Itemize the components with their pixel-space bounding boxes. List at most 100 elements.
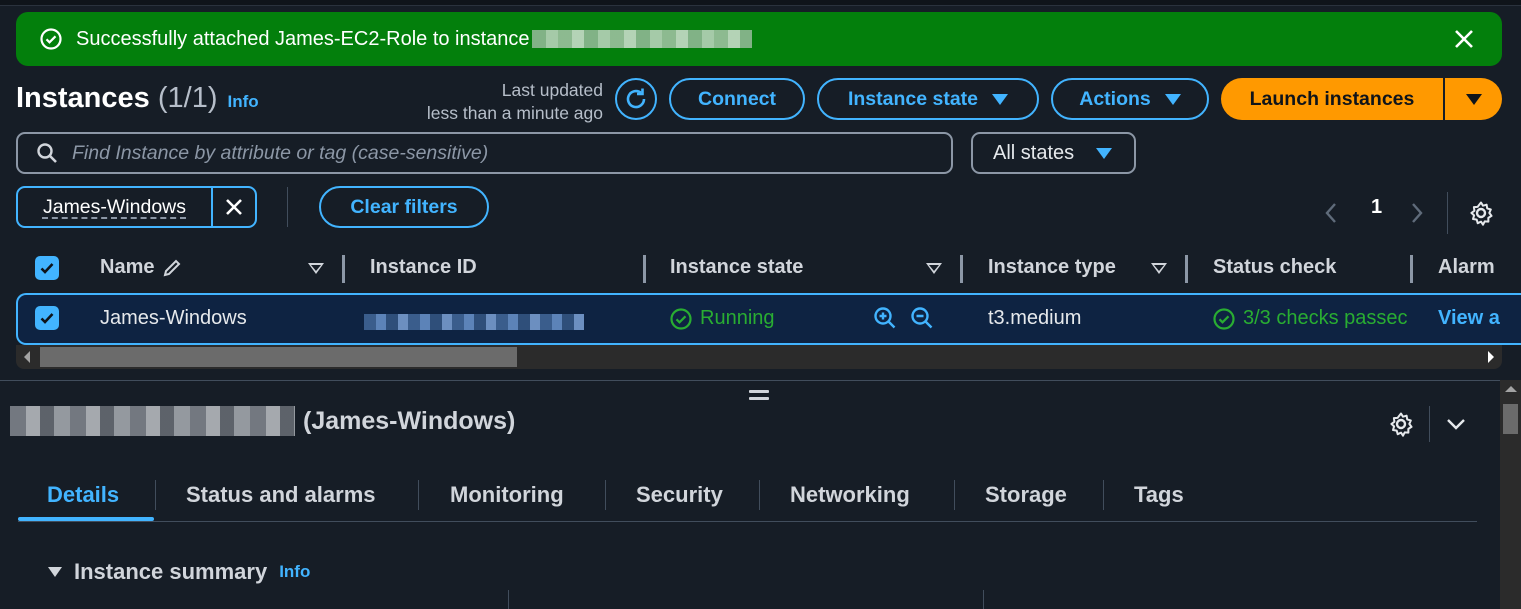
view-alarms-link[interactable]: View a xyxy=(1438,307,1500,330)
column-resizer[interactable] xyxy=(342,255,345,283)
active-tab-indicator xyxy=(18,517,154,521)
column-header-instance-state[interactable]: Instance state xyxy=(670,256,803,279)
row-checkbox[interactable] xyxy=(35,306,59,330)
launch-dropdown-button[interactable] xyxy=(1445,78,1502,120)
scroll-up-arrow[interactable] xyxy=(1505,386,1517,392)
filter-token-label[interactable]: James-Windows xyxy=(18,188,211,226)
actions-label: Actions xyxy=(1079,87,1151,110)
running-label: Running xyxy=(700,307,775,329)
chevron-down-icon[interactable] xyxy=(1445,416,1467,432)
column-header-status-check[interactable]: Status check xyxy=(1213,256,1336,279)
scroll-left-arrow[interactable] xyxy=(24,351,30,363)
column-status-check-label: Status check xyxy=(1213,256,1337,278)
zoom-out-icon[interactable] xyxy=(910,306,934,330)
column-resizer[interactable] xyxy=(960,255,963,283)
select-all-checkbox[interactable] xyxy=(35,256,59,280)
tab-divider xyxy=(605,480,606,510)
tab-details[interactable]: Details xyxy=(47,482,119,508)
column-header-instance-id[interactable]: Instance ID xyxy=(370,256,477,279)
column-resizer[interactable] xyxy=(1185,255,1188,283)
info-link[interactable]: Info xyxy=(279,562,310,582)
info-link[interactable]: Info xyxy=(228,92,259,111)
tab-divider xyxy=(155,480,156,510)
success-check-icon xyxy=(40,28,62,50)
row-name: James-Windows xyxy=(100,307,247,329)
column-instance-state-label: Instance state xyxy=(670,256,804,278)
page-title-text: Instances xyxy=(16,82,150,114)
chevron-right-icon[interactable] xyxy=(1410,202,1424,224)
settings-gear-icon[interactable] xyxy=(1388,411,1414,437)
column-name-label: Name xyxy=(100,256,155,278)
details-title-suffix: (James-Windows) xyxy=(303,406,516,435)
column-instance-id-label: Instance ID xyxy=(370,256,477,278)
divider xyxy=(287,187,288,227)
instance-search xyxy=(16,132,953,174)
tab-divider xyxy=(954,480,955,510)
chevron-left-icon[interactable] xyxy=(1324,202,1338,224)
split-divider xyxy=(0,380,1500,381)
resize-handle-icon[interactable] xyxy=(749,390,769,404)
launch-instances-split-button: Launch instances xyxy=(1221,78,1502,120)
pencil-icon xyxy=(164,259,181,276)
scrollbar-thumb[interactable] xyxy=(40,347,517,367)
tab-divider xyxy=(1103,480,1104,510)
column-header-instance-type[interactable]: Instance type xyxy=(988,256,1116,279)
tab-monitoring[interactable]: Monitoring xyxy=(450,482,564,508)
column-instance-type-label: Instance type xyxy=(988,256,1116,278)
actions-dropdown[interactable]: Actions xyxy=(1051,78,1209,120)
row-instance-type: t3.medium xyxy=(988,307,1082,329)
column-header-alarm[interactable]: Alarm xyxy=(1438,256,1495,279)
column-divider xyxy=(508,590,509,609)
close-icon xyxy=(226,199,242,215)
details-title: (James-Windows) xyxy=(10,406,515,436)
tab-tags[interactable]: Tags xyxy=(1134,482,1184,508)
section-title: Instance summary xyxy=(74,559,268,584)
tab-status-and-alarms[interactable]: Status and alarms xyxy=(186,482,376,508)
close-icon[interactable] xyxy=(1452,27,1476,51)
redacted-instance-id[interactable] xyxy=(364,313,584,336)
tab-security[interactable]: Security xyxy=(636,482,723,508)
scroll-right-arrow[interactable] xyxy=(1488,351,1494,363)
page-title: Instances (1/1) Info xyxy=(16,82,259,115)
sort-icon[interactable] xyxy=(1151,263,1167,274)
sort-icon[interactable] xyxy=(926,263,942,274)
success-flash-banner: Successfully attached James-EC2-Role to … xyxy=(16,12,1502,66)
column-resizer[interactable] xyxy=(1410,255,1413,283)
launch-label: Launch instances xyxy=(1249,87,1415,110)
last-updated-value: less than a minute ago xyxy=(426,103,603,123)
page-number[interactable]: 1 xyxy=(1371,196,1382,219)
search-input[interactable] xyxy=(72,141,912,165)
instance-summary-header[interactable]: Instance summary Info xyxy=(48,559,310,585)
horizontal-scrollbar[interactable] xyxy=(16,345,1502,369)
zoom-in-icon[interactable] xyxy=(873,306,897,330)
instance-state-dropdown[interactable]: Instance state xyxy=(817,78,1039,120)
filter-token: James-Windows xyxy=(16,186,257,228)
row-status-check: 3/3 checks passec xyxy=(1213,307,1413,330)
details-tabs: Details Status and alarms Monitoring Sec… xyxy=(18,472,1477,522)
refresh-icon xyxy=(626,88,646,109)
states-filter-select[interactable]: All states xyxy=(971,132,1136,174)
tab-storage[interactable]: Storage xyxy=(985,482,1067,508)
divider xyxy=(1447,192,1448,234)
last-updated-label: Last updated xyxy=(501,80,603,100)
vertical-scrollbar[interactable] xyxy=(1500,380,1521,609)
launch-instances-button[interactable]: Launch instances xyxy=(1221,78,1445,120)
column-resizer[interactable] xyxy=(643,255,646,283)
success-check-icon xyxy=(1213,307,1235,330)
connect-button[interactable]: Connect xyxy=(669,78,805,120)
clear-filters-button[interactable]: Clear filters xyxy=(319,186,489,228)
checkmark-icon xyxy=(40,263,54,274)
column-header-name[interactable]: Name xyxy=(100,256,182,279)
settings-gear-icon[interactable] xyxy=(1468,200,1494,226)
refresh-button[interactable] xyxy=(615,78,657,120)
tab-networking[interactable]: Networking xyxy=(790,482,910,508)
column-divider xyxy=(983,590,984,609)
scrollbar-thumb[interactable] xyxy=(1503,404,1518,434)
status-check-label: 3/3 checks passec xyxy=(1243,307,1408,329)
remove-filter-button[interactable] xyxy=(211,188,255,226)
connect-label: Connect xyxy=(698,87,776,110)
tab-divider xyxy=(759,480,760,510)
sort-icon[interactable] xyxy=(308,263,324,274)
caret-down-icon xyxy=(1096,147,1113,159)
caret-down-icon xyxy=(992,93,1009,105)
